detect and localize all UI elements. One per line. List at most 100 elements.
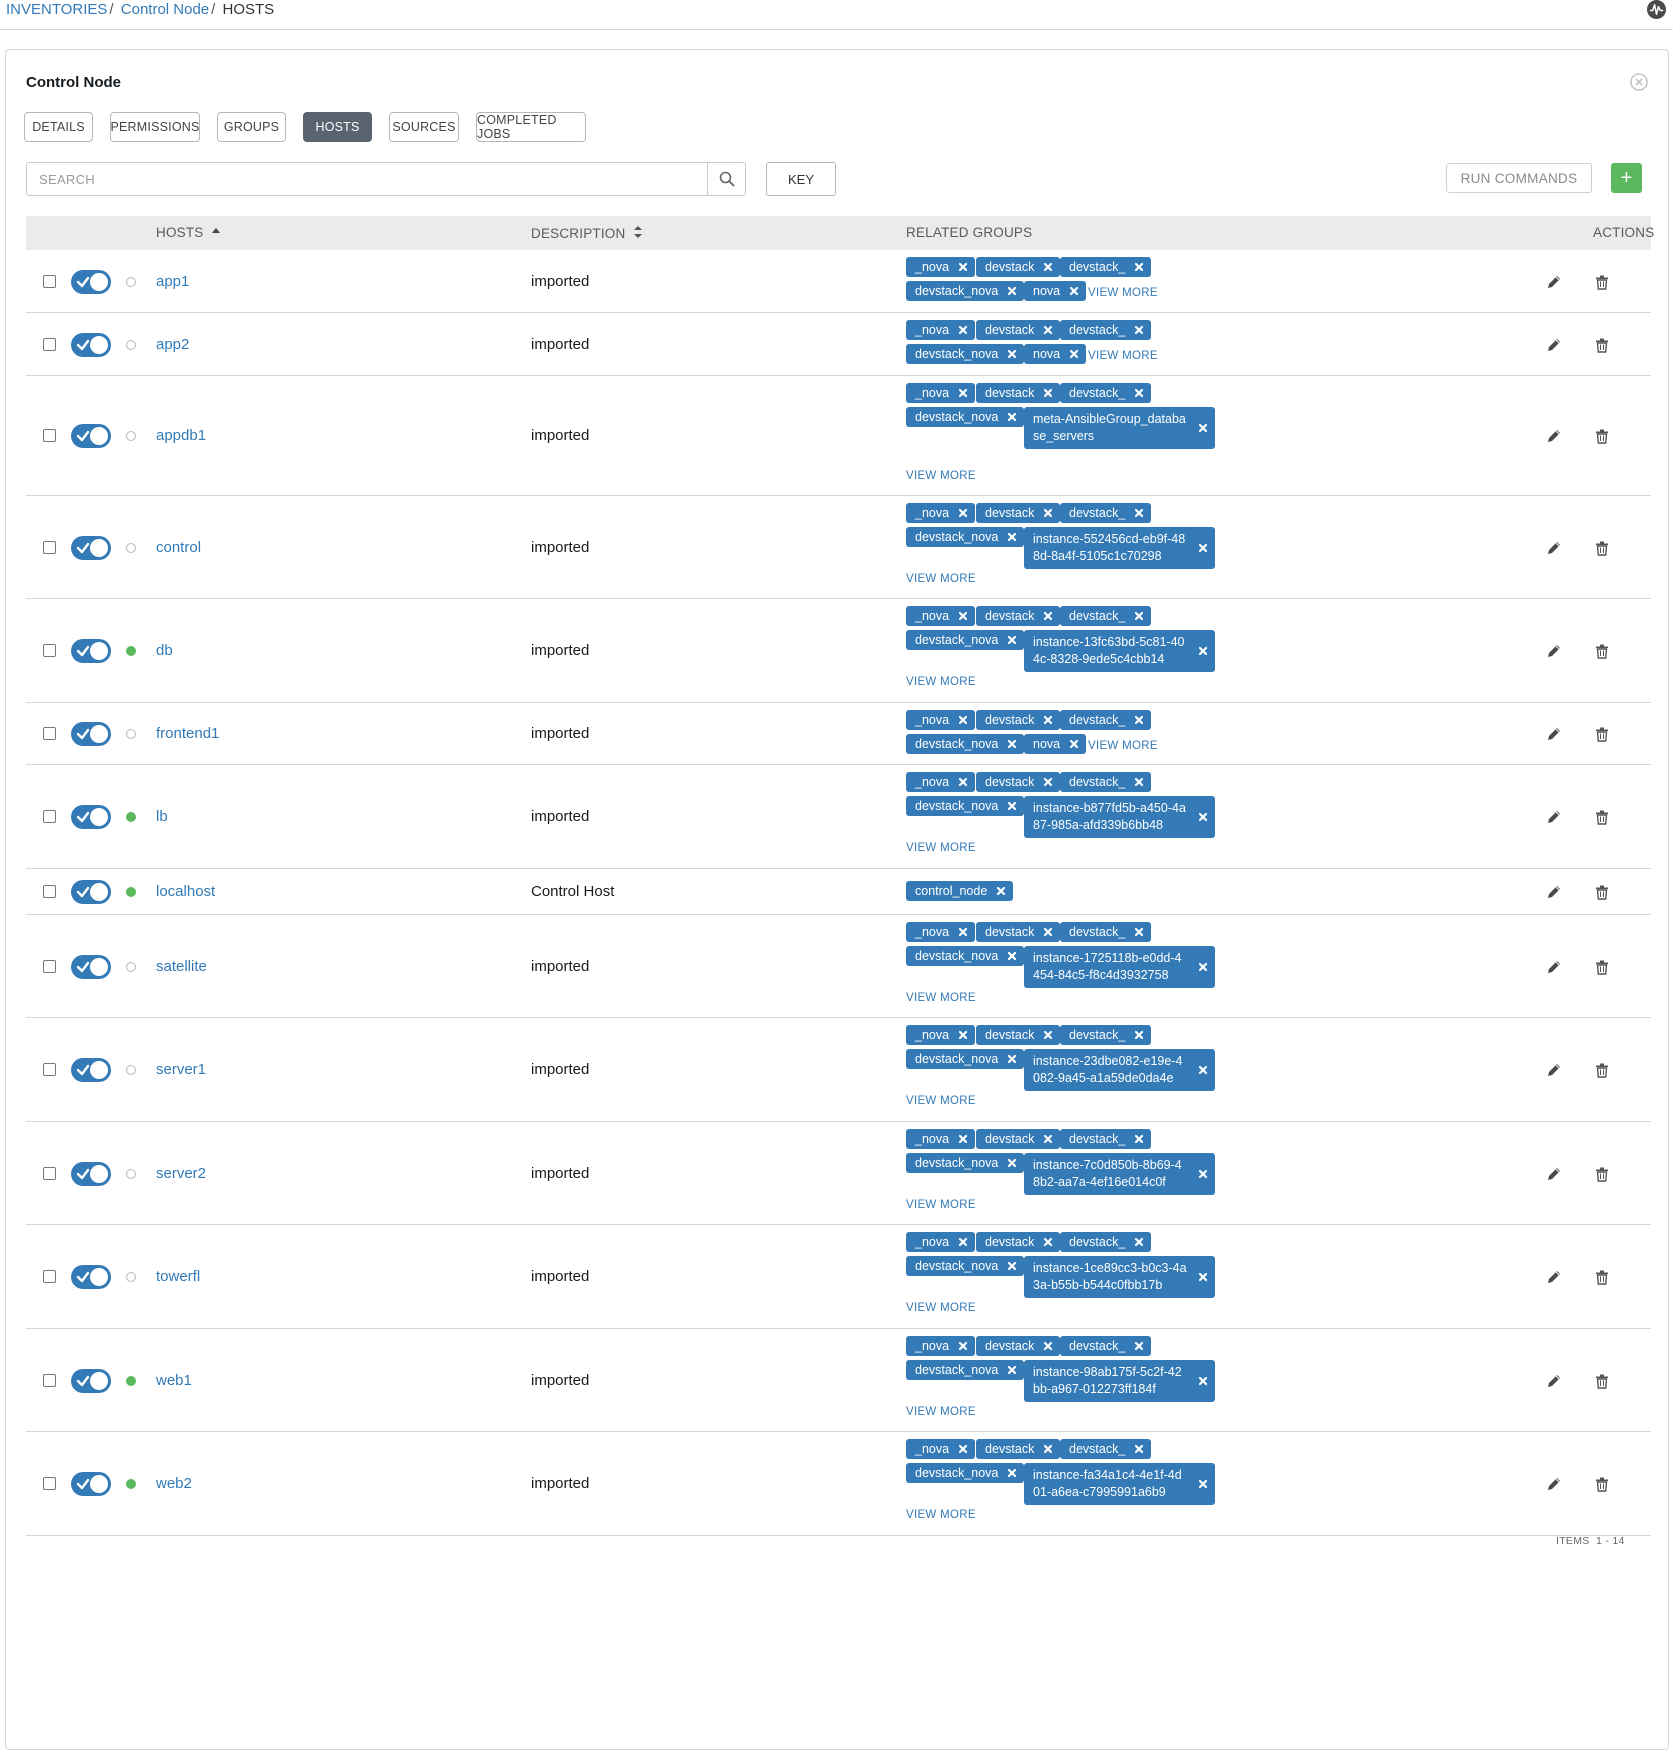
related-group-chip[interactable]: devstack (976, 1336, 1061, 1356)
related-group-chip[interactable]: instance-98ab175f-5c2f-42bb-a967-012273f… (1024, 1360, 1215, 1402)
host-name-link[interactable]: server2 (156, 1165, 206, 1183)
remove-icon[interactable] (1198, 543, 1208, 553)
delete-icon[interactable] (1595, 960, 1609, 975)
remove-icon[interactable] (1007, 1054, 1017, 1064)
remove-icon[interactable] (1007, 412, 1017, 422)
edit-icon[interactable] (1546, 1373, 1562, 1389)
remove-icon[interactable] (1007, 532, 1017, 542)
view-more-link[interactable]: VIEW MORE (906, 676, 976, 688)
remove-icon[interactable] (1198, 1272, 1208, 1282)
hosts-column-header[interactable]: HOSTS (156, 225, 221, 241)
host-enabled-toggle[interactable] (71, 269, 111, 294)
row-select-checkbox[interactable] (43, 540, 56, 554)
remove-icon[interactable] (1043, 777, 1053, 787)
host-name-link[interactable]: control (156, 539, 201, 557)
related-group-chip[interactable]: instance-fa34a1c4-4e1f-4d01-a6ea-c799599… (1024, 1463, 1215, 1505)
remove-icon[interactable] (1043, 611, 1053, 621)
remove-icon[interactable] (1007, 1365, 1017, 1375)
related-group-chip[interactable]: _nova (906, 1439, 976, 1459)
host-status-indicator[interactable] (126, 887, 136, 897)
host-name-link[interactable]: localhost (156, 883, 215, 901)
related-group-chip[interactable]: _nova (906, 772, 976, 792)
remove-icon[interactable] (1007, 739, 1017, 749)
host-status-indicator[interactable] (126, 339, 136, 350)
remove-icon[interactable] (1134, 715, 1144, 725)
related-group-chip[interactable]: devstack_ (1060, 772, 1152, 792)
host-enabled-toggle[interactable] (71, 880, 111, 904)
edit-icon[interactable] (1546, 337, 1562, 353)
row-select-checkbox[interactable] (43, 810, 56, 823)
related-group-chip[interactable]: devstack (976, 257, 1061, 277)
remove-icon[interactable] (1134, 1341, 1144, 1351)
remove-icon[interactable] (1069, 286, 1079, 296)
remove-icon[interactable] (1043, 262, 1053, 272)
run-commands-button[interactable]: RUN COMMANDS (1446, 163, 1592, 193)
related-group-chip[interactable]: _nova (906, 1232, 976, 1252)
host-name-link[interactable]: frontend1 (156, 725, 219, 743)
remove-icon[interactable] (1198, 962, 1208, 972)
row-select-checkbox[interactable] (43, 959, 56, 973)
related-group-chip[interactable]: devstack_ (1060, 503, 1152, 523)
remove-icon[interactable] (1198, 1479, 1208, 1489)
edit-icon[interactable] (1546, 1166, 1562, 1182)
breadcrumb-inventory-link[interactable]: Control Node (121, 1, 209, 18)
remove-icon[interactable] (958, 325, 968, 335)
host-name-link[interactable]: server1 (156, 1061, 206, 1079)
related-group-chip[interactable]: control_node (906, 881, 1014, 901)
remove-icon[interactable] (958, 262, 968, 272)
view-more-link[interactable]: VIEW MORE (906, 842, 976, 854)
related-group-chip[interactable]: meta-AnsibleGroup_database_servers (1024, 407, 1215, 449)
related-group-chip[interactable]: _nova (906, 710, 976, 730)
related-group-chip[interactable]: nova (1024, 734, 1087, 754)
delete-icon[interactable] (1595, 1270, 1609, 1285)
tab-permissions[interactable]: PERMISSIONS (110, 112, 200, 142)
remove-icon[interactable] (1134, 927, 1144, 937)
remove-icon[interactable] (1007, 349, 1017, 359)
view-more-link[interactable]: VIEW MORE (906, 1199, 976, 1211)
host-enabled-toggle[interactable] (71, 722, 111, 746)
remove-icon[interactable] (1043, 1030, 1053, 1040)
remove-icon[interactable] (1134, 777, 1144, 787)
remove-icon[interactable] (1198, 1065, 1208, 1075)
related-group-chip[interactable]: devstack_ (1060, 1336, 1152, 1356)
host-enabled-toggle[interactable] (71, 424, 111, 448)
delete-icon[interactable] (1595, 885, 1609, 900)
related-group-chip[interactable]: devstack_ (1060, 383, 1152, 403)
tab-details[interactable]: DETAILS (24, 112, 93, 142)
view-more-link[interactable]: VIEW MORE (1088, 740, 1158, 752)
related-group-chip[interactable]: devstack_nova (906, 281, 1025, 301)
remove-icon[interactable] (1134, 1444, 1144, 1454)
remove-icon[interactable] (1007, 801, 1017, 811)
related-group-chip[interactable]: devstack (976, 772, 1061, 792)
related-group-chip[interactable]: nova (1024, 344, 1087, 364)
view-more-link[interactable]: VIEW MORE (906, 1095, 976, 1107)
related-group-chip[interactable]: instance-1ce89cc3-b0c3-4a3a-b55b-b544c0f… (1024, 1256, 1215, 1298)
related-group-chip[interactable]: devstack_nova (906, 734, 1025, 754)
remove-icon[interactable] (958, 1030, 968, 1040)
remove-icon[interactable] (1007, 1468, 1017, 1478)
related-group-chip[interactable]: devstack (976, 1129, 1061, 1149)
related-group-chip[interactable]: _nova (906, 1129, 976, 1149)
host-status-indicator[interactable] (126, 1168, 136, 1179)
remove-icon[interactable] (958, 927, 968, 937)
remove-icon[interactable] (1069, 349, 1079, 359)
row-select-checkbox[interactable] (43, 644, 56, 657)
remove-icon[interactable] (1134, 611, 1144, 621)
related-group-chip[interactable]: devstack_nova (906, 344, 1025, 364)
delete-icon[interactable] (1595, 429, 1609, 444)
related-group-chip[interactable]: devstack_ (1060, 1439, 1152, 1459)
close-icon[interactable] (1630, 73, 1648, 91)
related-group-chip[interactable]: nova (1024, 281, 1087, 301)
related-group-chip[interactable]: devstack (976, 1232, 1061, 1252)
remove-icon[interactable] (1134, 1030, 1144, 1040)
related-group-chip[interactable]: devstack_nova (906, 1360, 1025, 1380)
view-more-link[interactable]: VIEW MORE (906, 470, 976, 482)
edit-icon[interactable] (1546, 726, 1562, 742)
related-group-chip[interactable]: devstack_ (1060, 922, 1152, 942)
host-name-link[interactable]: app1 (156, 273, 189, 291)
host-status-indicator[interactable] (126, 646, 136, 656)
tab-groups[interactable]: GROUPS (217, 112, 286, 142)
host-enabled-toggle[interactable] (71, 1368, 111, 1393)
host-status-indicator[interactable] (126, 1375, 136, 1386)
related-group-chip[interactable]: devstack (976, 710, 1061, 730)
